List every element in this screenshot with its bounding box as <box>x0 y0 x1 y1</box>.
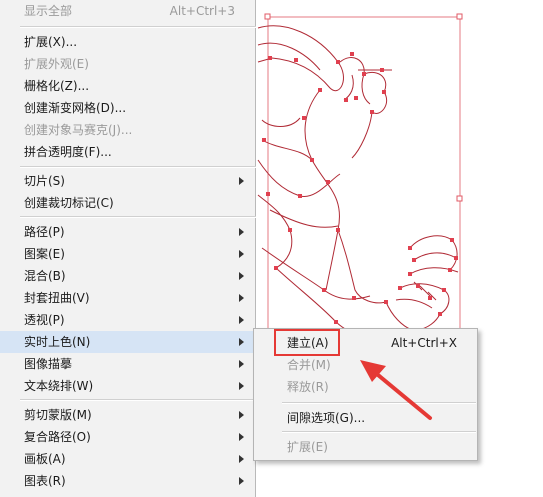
submenu-arrow-icon <box>239 272 244 280</box>
menu-item-label: 切片(S) <box>24 174 65 188</box>
menu-item-shortcut: Alt+Ctrl+3 <box>169 4 235 18</box>
submenu-arrow-icon <box>239 338 244 346</box>
submenu-item-label: 扩展(E) <box>287 440 328 454</box>
menu-item-label: 混合(B) <box>24 269 66 283</box>
menu-item-label: 文本绕排(W) <box>24 379 94 393</box>
menu-item[interactable]: 图像描摹 <box>0 353 255 375</box>
menu-item[interactable]: 剪切蒙版(M) <box>0 404 255 426</box>
submenu-separator <box>282 402 476 404</box>
submenu-arrow-icon <box>239 316 244 324</box>
submenu-item[interactable]: 间隙选项(G)... <box>254 407 477 429</box>
menu-item[interactable]: 透视(P) <box>0 309 255 331</box>
menu-item-label: 图案(E) <box>24 247 65 261</box>
submenu-arrow-icon <box>239 250 244 258</box>
menu-item-label: 图像描摹 <box>24 357 73 371</box>
menu-item-label: 扩展外观(E) <box>24 57 89 71</box>
menu-item[interactable]: 混合(B) <box>0 265 255 287</box>
submenu-arrow-icon <box>239 433 244 441</box>
menu-item[interactable]: 图案(E) <box>0 243 255 265</box>
menu-item[interactable]: 封套扭曲(V) <box>0 287 255 309</box>
menu-item[interactable]: 拼合透明度(F)... <box>0 141 255 163</box>
menu-item-label: 创建渐变网格(D)... <box>24 101 127 115</box>
menu-item[interactable]: 栅格化(Z)... <box>0 75 255 97</box>
submenu-separator <box>282 431 476 433</box>
menu-item-label: 栅格化(Z)... <box>24 79 90 93</box>
menu-item[interactable]: 实时上色(N) <box>0 331 255 353</box>
menu-item: 扩展外观(E) <box>0 53 255 75</box>
menu-item[interactable]: 切片(S) <box>0 170 255 192</box>
menu-item-label: 封套扭曲(V) <box>24 291 90 305</box>
menu-item-label: 拼合透明度(F)... <box>24 145 112 159</box>
annotation-highlight-box <box>274 329 340 356</box>
submenu-arrow-icon <box>239 455 244 463</box>
submenu-item: 扩展(E) <box>254 436 477 458</box>
menu-item[interactable]: 扩展(X)... <box>0 31 255 53</box>
menu-item[interactable]: 文本绕排(W) <box>0 375 255 397</box>
submenu-arrow-icon <box>239 477 244 485</box>
menu-item-label: 图表(R) <box>24 474 66 488</box>
menu-separator <box>20 399 256 401</box>
menu-item: 创建对象马赛克(J)... <box>0 119 255 141</box>
menu-item[interactable]: 图表(R) <box>0 470 255 492</box>
menu-item-label: 剪切蒙版(M) <box>24 408 92 422</box>
menu-item[interactable]: 创建裁切标记(C) <box>0 192 255 214</box>
submenu-item: 合并(M) <box>254 354 477 376</box>
menu-item[interactable]: 复合路径(O) <box>0 426 255 448</box>
submenu-item-shortcut: Alt+Ctrl+X <box>391 336 457 350</box>
menu-item-label: 创建对象马赛克(J)... <box>24 123 133 137</box>
menu-item-label: 实时上色(N) <box>24 335 91 349</box>
menu-item[interactable]: 创建渐变网格(D)... <box>0 97 255 119</box>
menu-item[interactable]: 画板(A) <box>0 448 255 470</box>
menu-item-label: 画板(A) <box>24 452 66 466</box>
menu-separator <box>20 26 256 28</box>
menu-item-label: 创建裁切标记(C) <box>24 196 114 210</box>
menu-separator <box>20 166 256 168</box>
menu-item: 显示全部 Alt+Ctrl+3 <box>0 0 255 22</box>
submenu-arrow-icon <box>239 360 244 368</box>
object-menu: 显示全部 Alt+Ctrl+3 扩展(X)... 扩展外观(E) 栅格化(Z)... 创建… <box>0 0 256 497</box>
submenu-arrow-icon <box>239 382 244 390</box>
submenu-item: 释放(R) <box>254 376 477 398</box>
menu-item-label: 路径(P) <box>24 225 65 239</box>
menu-separator <box>20 216 256 218</box>
menu-item-label: 透视(P) <box>24 313 65 327</box>
menu-item[interactable]: 路径(P) <box>0 221 255 243</box>
menu-item-label: 扩展(X)... <box>24 35 78 49</box>
submenu-arrow-icon <box>239 411 244 419</box>
submenu-item-label: 间隙选项(G)... <box>287 411 366 425</box>
submenu-arrow-icon <box>239 294 244 302</box>
menu-item-label: 复合路径(O) <box>24 430 91 444</box>
menu-item-label: 显示全部 <box>24 4 73 18</box>
submenu-arrow-icon <box>239 177 244 185</box>
submenu-arrow-icon <box>239 228 244 236</box>
submenu-item-label: 合并(M) <box>287 358 331 372</box>
submenu-item-label: 释放(R) <box>287 380 329 394</box>
